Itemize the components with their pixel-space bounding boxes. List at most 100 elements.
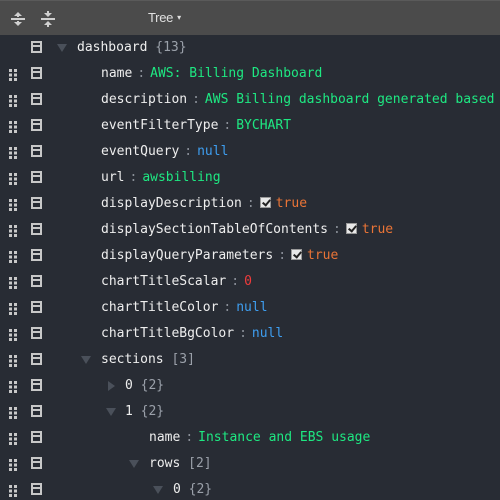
field-key[interactable]: displayQueryParameters (101, 248, 273, 263)
drag-handle-icon[interactable] (8, 432, 19, 445)
drag-handle-icon[interactable] (8, 484, 19, 497)
drag-handle-icon[interactable] (8, 302, 19, 315)
drag-handle-icon[interactable] (8, 198, 19, 211)
field-key[interactable]: url (101, 170, 124, 185)
mode-selector[interactable]: Tree ▾ (148, 10, 181, 25)
tree-row: name: Instance and EBS usage (0, 425, 500, 451)
field-key[interactable]: sections (101, 352, 164, 367)
separator: : (278, 248, 287, 263)
context-menu-icon[interactable] (31, 41, 42, 53)
field-key[interactable]: eventFilterType (101, 118, 218, 133)
node-text: eventQuery: null (101, 143, 228, 161)
tree-row: url: awsbilling (0, 165, 500, 191)
chevron-down-icon: ▾ (177, 13, 181, 22)
boolean-checkbox[interactable] (345, 223, 357, 234)
context-menu-icon[interactable] (31, 145, 42, 157)
tree-row-root: dashboard {13} (0, 35, 500, 61)
field-value[interactable]: null (236, 300, 267, 315)
drag-handle-icon[interactable] (8, 94, 19, 107)
field-key[interactable]: eventQuery (101, 144, 179, 159)
expanded-triangle-icon[interactable] (81, 355, 91, 365)
field-key[interactable]: chartTitleColor (101, 300, 218, 315)
field-value[interactable]: Instance and EBS usage (198, 430, 370, 445)
expanded-triangle-icon[interactable] (106, 407, 116, 417)
field-value[interactable]: awsbilling (142, 170, 220, 185)
field-key[interactable]: chartTitleBgColor (101, 326, 234, 341)
context-menu-icon[interactable] (31, 327, 42, 339)
tree-row: eventFilterType: BYCHART (0, 113, 500, 139)
boolean-checkbox[interactable] (259, 197, 271, 208)
node-text: dashboard {13} (77, 39, 187, 57)
context-menu-icon[interactable] (31, 197, 42, 209)
collapsed-triangle-icon[interactable] (106, 381, 116, 391)
drag-handle-icon[interactable] (8, 458, 19, 471)
drag-handle-icon[interactable] (8, 328, 19, 341)
context-menu-icon[interactable] (31, 67, 42, 79)
context-menu-icon[interactable] (31, 301, 42, 313)
field-key[interactable]: 0 (173, 482, 181, 497)
context-menu-icon[interactable] (31, 249, 42, 261)
drag-handle-icon[interactable] (8, 354, 19, 367)
separator: : (239, 326, 247, 341)
field-key[interactable]: rows (149, 456, 180, 471)
field-key[interactable]: dashboard (77, 40, 147, 55)
boolean-checkbox[interactable] (291, 249, 303, 260)
context-menu-icon[interactable] (31, 223, 42, 235)
child-count: {13} (155, 40, 187, 55)
drag-handle-icon[interactable] (8, 120, 19, 133)
tree-row: chartTitleScalar:0 (0, 269, 500, 295)
field-key[interactable]: displaySectionTableOfContents (101, 222, 328, 237)
child-count: [3] (171, 352, 195, 367)
context-menu-icon[interactable] (31, 119, 42, 131)
tree-row: displayQueryParameters: true (0, 243, 500, 269)
context-menu-icon[interactable] (31, 457, 42, 469)
drag-handle-icon[interactable] (8, 172, 19, 185)
drag-handle-icon[interactable] (8, 68, 19, 81)
field-key[interactable]: name (101, 66, 132, 81)
context-menu-icon[interactable] (31, 171, 42, 183)
field-value[interactable]: null (252, 326, 283, 341)
mode-label: Tree (148, 10, 174, 25)
tree-row: chartTitleColor: null (0, 295, 500, 321)
separator: : (223, 300, 232, 315)
tree-row: sections [3] (0, 347, 500, 373)
collapse-all-button[interactable] (36, 7, 60, 31)
context-menu-icon[interactable] (31, 379, 42, 391)
field-key[interactable]: chartTitleScalar (101, 274, 226, 289)
drag-handle-icon[interactable] (8, 276, 19, 289)
field-value[interactable]: true (307, 248, 338, 263)
separator: : (192, 92, 200, 107)
field-value[interactable]: AWS: Billing Dashboard (150, 66, 322, 81)
tree-row: 0 {2} (0, 373, 500, 399)
field-value[interactable]: true (276, 196, 307, 211)
context-menu-icon[interactable] (31, 405, 42, 417)
field-key[interactable]: name (149, 430, 180, 445)
context-menu-icon[interactable] (31, 483, 42, 495)
field-key[interactable]: 1 (125, 404, 133, 419)
context-menu-icon[interactable] (31, 353, 42, 365)
drag-handle-icon[interactable] (8, 380, 19, 393)
field-key[interactable]: displayDescription (101, 196, 242, 211)
drag-handle-icon[interactable] (8, 146, 19, 159)
field-key[interactable]: description (101, 92, 187, 107)
drag-handle-icon[interactable] (8, 250, 19, 263)
tree-row: 1 {2} (0, 399, 500, 425)
field-value[interactable]: true (362, 222, 393, 237)
drag-handle-icon[interactable] (8, 224, 19, 237)
expanded-triangle-icon[interactable] (129, 459, 139, 469)
field-key[interactable]: 0 (125, 378, 133, 393)
field-value[interactable]: AWS Billing dashboard generated based (205, 92, 495, 107)
separator: : (246, 196, 255, 211)
field-value[interactable]: null (197, 144, 228, 159)
field-value[interactable]: BYCHART (236, 118, 291, 133)
tree-row: name: AWS: Billing Dashboard (0, 61, 500, 87)
context-menu-icon[interactable] (31, 431, 42, 443)
expanded-triangle-icon[interactable] (57, 43, 67, 53)
separator: : (185, 430, 194, 445)
expanded-triangle-icon[interactable] (153, 485, 163, 495)
field-value[interactable]: 0 (244, 274, 252, 289)
drag-handle-icon[interactable] (8, 406, 19, 419)
context-menu-icon[interactable] (31, 93, 42, 105)
expand-all-button[interactable] (6, 7, 30, 31)
context-menu-icon[interactable] (31, 275, 42, 287)
